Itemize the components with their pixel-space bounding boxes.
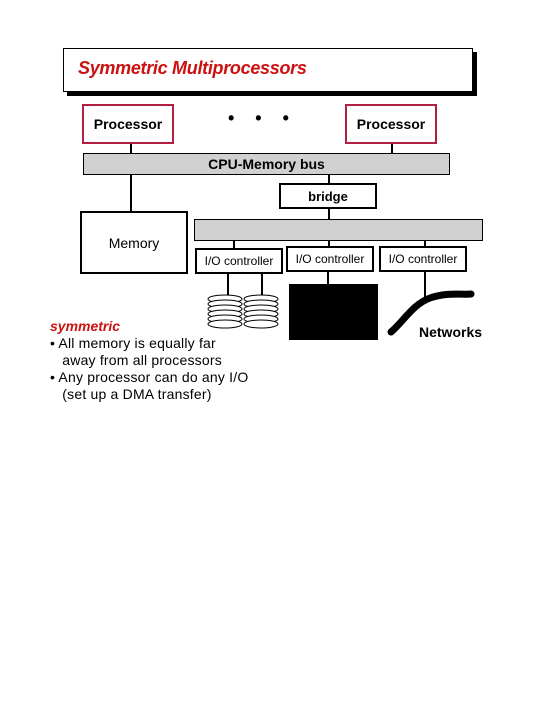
networks-label: Networks <box>419 324 483 340</box>
bridge: bridge <box>279 183 377 209</box>
io-controller-display: I/O controller <box>286 246 374 272</box>
io-bus <box>194 219 483 241</box>
bullet-item: • All memory is equally far away from al… <box>50 335 222 368</box>
bullet-item: • Any processor can do any I/O (set up a… <box>50 369 249 402</box>
notes-heading: symmetric <box>50 318 121 334</box>
memory: Memory <box>80 211 188 274</box>
display-device <box>289 284 378 340</box>
slide-title: Symmetric Multiprocessors <box>78 58 307 78</box>
connector <box>327 272 329 284</box>
io-controller-network: I/O controller <box>379 246 467 272</box>
title-box: Symmetric Multiprocessors <box>63 48 473 92</box>
processor-left: Processor <box>82 104 174 144</box>
ellipsis: • • • <box>228 108 297 128</box>
connector <box>328 175 330 183</box>
cpu-memory-bus: CPU-Memory bus <box>83 153 450 175</box>
connector <box>227 274 229 296</box>
connector <box>261 274 263 296</box>
processor-right: Processor <box>345 104 437 144</box>
io-controller-disks: I/O controller <box>195 248 283 274</box>
connector <box>130 175 132 212</box>
notes: symmetric • All memory is equally far aw… <box>50 318 248 403</box>
